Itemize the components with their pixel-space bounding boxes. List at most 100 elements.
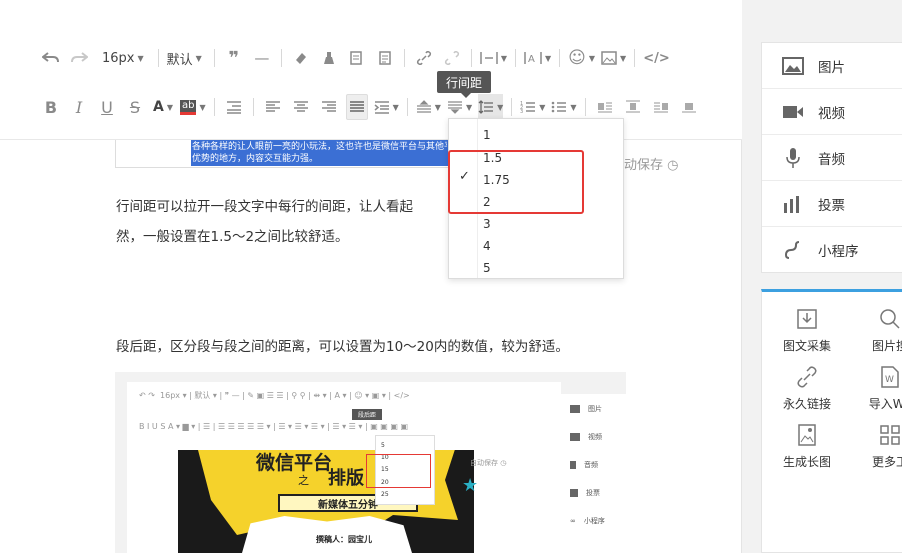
emoji-icon[interactable]: ☺ ▼ [568, 45, 595, 71]
font-size-value: 16px [102, 50, 135, 66]
sidebar-item-poll[interactable]: 投票 [762, 181, 902, 227]
tool-permanent-link[interactable]: 永久链接 [762, 365, 852, 412]
tool-collect-article[interactable]: 图文采集 [762, 307, 852, 354]
embedded-side-item: 音频 [570, 460, 598, 470]
text-indent-icon[interactable]: A ▼ [524, 45, 551, 71]
underline-icon[interactable]: U [96, 94, 118, 120]
image-float-left-icon[interactable] [594, 94, 616, 120]
sidebar-item-video[interactable]: 视频 [762, 89, 902, 135]
font-color-icon[interactable]: A ▼ [152, 94, 174, 120]
image-icon [782, 55, 804, 77]
align-left-icon[interactable] [262, 94, 284, 120]
image-float-right-icon[interactable] [650, 94, 672, 120]
font-family-value: 默认 [166, 52, 193, 68]
tool-long-image[interactable]: 生成长图 [762, 423, 852, 470]
toolbar-row-2: B I U S A ▼ ab ▼ ▼ ▼ ▼ ▼ 1 2 3 ▼ ▼ [40, 93, 706, 121]
divider [514, 49, 516, 67]
embedded-autosave-label: 自动保存 [470, 459, 498, 467]
indent-icon[interactable]: ▼ [374, 94, 399, 120]
unlink-icon[interactable] [441, 45, 463, 71]
link-icon[interactable] [413, 45, 435, 71]
unordered-list-icon[interactable]: ▼ [551, 94, 577, 120]
spacing-before-icon[interactable]: ▼ [416, 94, 441, 120]
ordered-list-icon[interactable]: 1 2 3 ▼ [520, 94, 545, 120]
letter-spacing-icon[interactable]: ▼ [480, 45, 507, 71]
line-height-option-3[interactable]: 3 [483, 213, 491, 235]
font-family-select[interactable]: 默认 ▼ [167, 45, 202, 71]
media-sidebar: 图片 视频 音频 投票 小程序 [761, 42, 902, 273]
align-right-icon[interactable] [318, 94, 340, 120]
miniprogram-icon [782, 239, 804, 261]
image-icon [570, 405, 580, 413]
line-height-icon[interactable]: ▼ [478, 94, 504, 120]
sidebar-item-audio[interactable]: 音频 [762, 135, 902, 181]
bold-icon[interactable]: B [40, 94, 62, 120]
redo-icon[interactable] [68, 45, 90, 71]
poster-paiban: 排版 [328, 468, 364, 489]
microphone-icon [570, 461, 576, 469]
editor-toolbar: 16px ▼ 默认 ▼ ❞ — ▼ A ▼ ☺ ▼ ▼ </> B I U S … [0, 0, 742, 140]
line-height-option-1[interactable]: 1 [483, 124, 491, 146]
strikethrough-icon[interactable]: S [124, 94, 146, 120]
tool-import-word[interactable]: W 导入Wo [845, 365, 902, 412]
embedded-side-item: 视频 [570, 432, 602, 442]
embedded-red-highlight [366, 454, 431, 488]
image-center-icon[interactable] [678, 94, 700, 120]
tool-label: 生成长图 [782, 455, 831, 469]
tool-more[interactable]: 更多工 [845, 423, 902, 470]
line-height-tooltip: 行间距 [437, 71, 491, 98]
embedded-autosave: 自动保存 ◷ [470, 459, 507, 467]
download-icon [795, 307, 819, 331]
autosave-status: 动保存 ◷ [624, 154, 679, 173]
image-float-none-icon[interactable] [622, 94, 644, 120]
poster-zhi: 之 [298, 474, 309, 487]
align-center-icon[interactable] [290, 94, 312, 120]
background-color-icon[interactable]: ab ▼ [180, 94, 206, 120]
divider [213, 98, 215, 116]
red-highlight-box [448, 150, 584, 214]
divider [584, 98, 586, 116]
tools-sidebar: 图文采集 图片搜 永久链接 W 导入Wo 生成长图 更多工 [761, 289, 902, 553]
microphone-icon [782, 147, 804, 169]
align-justify-icon[interactable] [345, 94, 368, 120]
poster-author: 撰稿人：园宝儿 [316, 535, 372, 544]
embedded-font-family: 默认 [194, 391, 211, 400]
undo-icon[interactable] [40, 45, 62, 71]
embedded-side-item: ∞ 小程序 [570, 516, 605, 526]
sidebar-item-image[interactable]: 图片 [762, 43, 902, 89]
eraser-icon[interactable] [290, 45, 312, 71]
embedded-toolbar-row-1: ↶ ↷ 16px ▾ | 默认 ▾ | ❞ — | ✎ ▣ ☰ ☰ | ⚲ ⚲ … [139, 391, 410, 400]
selected-image-strip[interactable]: 各种各样的让人眼前一亮的小玩法，这也许也是微信平台与其他平台 优势的地方，内容交… [115, 140, 450, 168]
toolbar-row-1: 16px ▼ 默认 ▼ ❞ — ▼ A ▼ ☺ ▼ ▼ </> [40, 44, 676, 72]
source-code-icon[interactable]: </> [643, 45, 670, 71]
embedded-tooltip: 段后距 [352, 409, 382, 420]
embedded-toolbar-row-2: B I U S A ▾ ▆ ▾ | ☰ | ☰ ☰ ☰ ☰ ☰ ▾ | ☰ ▾ … [139, 422, 409, 431]
document-icon[interactable] [374, 45, 396, 71]
link-icon [795, 365, 819, 389]
horizontal-rule-icon[interactable]: — [251, 45, 273, 71]
editor-panel: 16px ▼ 默认 ▼ ❞ — ▼ A ▼ ☺ ▼ ▼ </> B I U S … [0, 0, 742, 553]
sidebar-item-miniprogram[interactable]: 小程序 [762, 227, 902, 273]
svg-text:3: 3 [520, 109, 523, 114]
paragraph-spacing: 段后距，区分段与段之间的距离，可以设置为10～20内的数值，较为舒适。 [116, 339, 569, 355]
line-height-option-4[interactable]: 4 [483, 235, 491, 257]
clock-icon: ◷ [667, 158, 679, 173]
word-icon: W [878, 365, 902, 389]
image-icon[interactable]: ▼ [601, 45, 626, 71]
insert-template-icon[interactable] [346, 45, 368, 71]
line-height-option-5[interactable]: 5 [483, 257, 491, 279]
tool-image-search[interactable]: 图片搜 [845, 307, 902, 354]
page: 16px ▼ 默认 ▼ ❞ — ▼ A ▼ ☺ ▼ ▼ </> B I U S … [0, 0, 902, 553]
miniprogram-icon: ∞ [570, 517, 576, 525]
long-image-icon [795, 423, 819, 447]
divider [157, 49, 159, 67]
star-icon: ★ [462, 475, 479, 496]
format-painter-icon[interactable] [318, 45, 340, 71]
blockquote-icon[interactable]: ❞ [223, 45, 245, 71]
sidebar-item-label: 小程序 [818, 244, 859, 260]
first-line-indent-icon[interactable] [223, 94, 245, 120]
font-size-select[interactable]: 16px ▼ [102, 45, 144, 71]
selected-text-line-2: 优势的地方，内容交互能力强。 [192, 154, 319, 164]
embedded-screenshot: ↶ ↷ 16px ▾ | 默认 ▾ | ❞ — | ✎ ▣ ☰ ☰ | ⚲ ⚲ … [115, 372, 626, 553]
italic-icon[interactable]: I [68, 94, 90, 120]
